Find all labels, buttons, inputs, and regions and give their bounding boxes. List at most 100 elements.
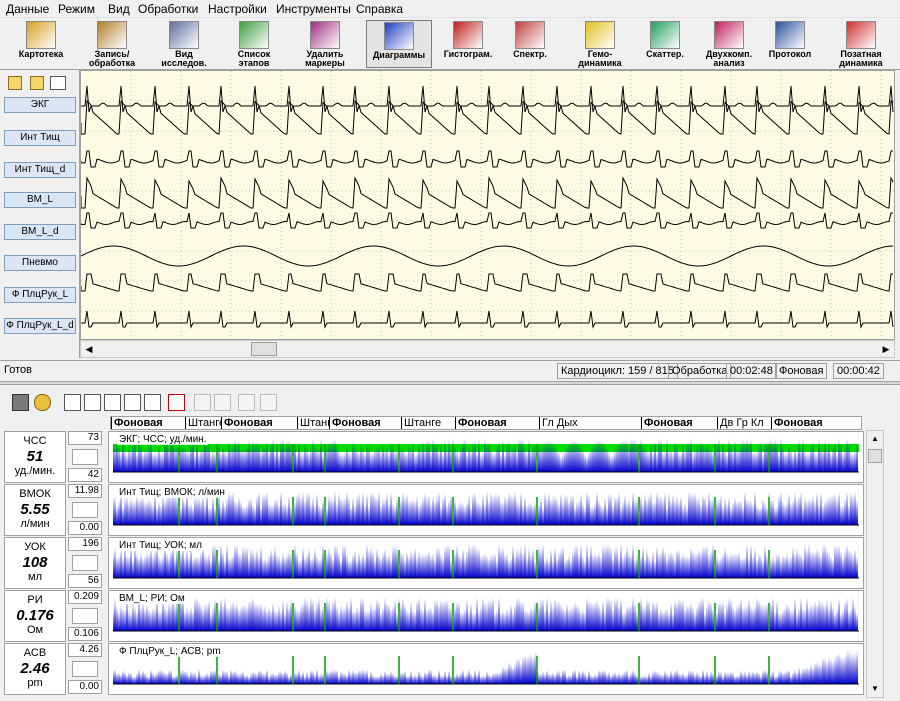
layers-icon[interactable] bbox=[124, 394, 141, 411]
trend-chart[interactable]: Инт Тищ; УОК; мл bbox=[108, 537, 864, 589]
toolbar-button-7[interactable]: Спектр. bbox=[504, 20, 556, 68]
trend-chart[interactable]: Инт Тищ; ВМОК; л/мин bbox=[108, 484, 864, 536]
toolbar-button-0[interactable]: Картотека bbox=[12, 20, 70, 68]
scale-max[interactable]: 11.98 bbox=[68, 484, 102, 498]
scale-max[interactable]: 4.26 bbox=[68, 643, 102, 657]
menu-mode[interactable]: Режим bbox=[58, 2, 95, 16]
print-icon[interactable] bbox=[12, 394, 29, 411]
channel-label[interactable]: ЭКГ bbox=[4, 97, 76, 113]
stage-segment[interactable]: Гл Дых bbox=[539, 417, 641, 429]
scale-adjust-icon[interactable] bbox=[72, 449, 98, 465]
toolbar-button-3[interactable]: Список этапов bbox=[222, 20, 286, 68]
scale-min[interactable]: 56 bbox=[68, 574, 102, 588]
vscroll-thumb[interactable] bbox=[868, 449, 882, 463]
scale-icon[interactable] bbox=[64, 394, 81, 411]
menu-help[interactable]: Справка bbox=[356, 2, 403, 16]
trend-chart[interactable]: Ф ПлцРук_L; АСВ; pm bbox=[108, 643, 864, 695]
horizontal-scrollbar[interactable]: ◀ ▶ bbox=[80, 340, 895, 358]
menu-data[interactable]: Данные bbox=[6, 2, 49, 16]
scale-adjust-icon[interactable] bbox=[72, 502, 98, 518]
settings-icon[interactable] bbox=[34, 394, 51, 411]
stat-name: АСВ bbox=[23, 647, 47, 659]
menu-settings[interactable]: Настройки bbox=[208, 2, 267, 16]
scale-max[interactable]: 196 bbox=[68, 537, 102, 551]
channel-label[interactable]: Ф ПлцРук_L bbox=[4, 287, 76, 303]
stat-name: ВМОК bbox=[19, 488, 51, 500]
stage-segment[interactable]: Фоновая bbox=[455, 417, 539, 429]
toolbar-button-9[interactable]: Скаттер. bbox=[636, 20, 694, 68]
stat-value: 108 bbox=[22, 554, 48, 571]
scale-adjust-icon[interactable] bbox=[72, 555, 98, 571]
stage-segment[interactable]: Фоновая bbox=[771, 417, 861, 429]
toolbar-label: Скаттер. bbox=[646, 49, 684, 59]
scale-min[interactable]: 0.00 bbox=[68, 680, 102, 694]
status-time2: 00:00:42 bbox=[833, 363, 884, 379]
stage-segment-bar[interactable]: ФоноваяШтангеФоноваяШтангФоноваяШтангеФо… bbox=[110, 416, 862, 430]
channel-label[interactable]: ВМ_L_d bbox=[4, 224, 76, 240]
scroll-thumb[interactable] bbox=[251, 342, 277, 356]
spectrum-icon bbox=[515, 21, 545, 49]
menu-view[interactable]: Вид bbox=[108, 2, 130, 16]
toolbar-label: Удалить маркеры bbox=[305, 49, 345, 68]
stage-segment[interactable]: Штанге bbox=[185, 417, 221, 429]
scroll-right-icon[interactable]: ▶ bbox=[878, 341, 894, 357]
menu-processing[interactable]: Обработки bbox=[138, 2, 198, 16]
toolbar-button-1[interactable]: Запись/ обработка bbox=[80, 20, 144, 68]
scale-min[interactable]: 0.106 bbox=[68, 627, 102, 641]
copy-file-icon[interactable] bbox=[30, 76, 44, 90]
channel-label[interactable]: Инт Тищ bbox=[4, 130, 76, 146]
scroll-up-icon[interactable]: ▲ bbox=[867, 431, 883, 447]
toolbar-button-12[interactable]: Позатная динамика bbox=[826, 20, 896, 68]
add-file-icon[interactable] bbox=[8, 76, 22, 90]
toolbar-label: Позатная динамика bbox=[839, 49, 883, 68]
menu-tools[interactable]: Инструменты bbox=[276, 2, 351, 16]
scale-min[interactable]: 42 bbox=[68, 468, 102, 482]
toolbar-button-11[interactable]: Протокол bbox=[764, 20, 816, 68]
scale-max[interactable]: 0.209 bbox=[68, 590, 102, 604]
stage-segment[interactable]: Фоновая bbox=[221, 417, 297, 429]
scale-adjust-icon[interactable] bbox=[72, 608, 98, 624]
fit-icon[interactable] bbox=[84, 394, 101, 411]
signal-plot[interactable] bbox=[80, 70, 895, 340]
scale-max[interactable]: 73 bbox=[68, 431, 102, 445]
stage-segment[interactable]: Штанге bbox=[401, 417, 455, 429]
marker-left-icon bbox=[238, 394, 255, 411]
stat-name: РИ bbox=[27, 594, 43, 606]
scroll-left-icon[interactable]: ◀ bbox=[81, 341, 97, 357]
scale-panel: 73 42 bbox=[68, 431, 104, 483]
toolbar-button-2[interactable]: Вид исследов. bbox=[152, 20, 216, 68]
toolbar-button-4[interactable]: Удалить маркеры bbox=[290, 20, 360, 68]
status-cardio: Кардиоцикл: 159 / 815 bbox=[557, 363, 678, 379]
channel-label[interactable]: Инт Тищ_d bbox=[4, 162, 76, 178]
auto-icon[interactable] bbox=[168, 394, 185, 411]
trend-chart[interactable]: ВМ_L; РИ; Ом bbox=[108, 590, 864, 642]
scale-min[interactable]: 0.00 bbox=[68, 521, 102, 535]
axes-icon[interactable] bbox=[144, 394, 161, 411]
toolbar-label: Двухкомп. анализ bbox=[705, 49, 753, 68]
stage-segment[interactable]: Штанг bbox=[297, 417, 329, 429]
scroll-down-icon[interactable]: ▼ bbox=[867, 681, 883, 697]
toolbar-button-5[interactable]: Диаграммы bbox=[366, 20, 432, 68]
panel-splitter[interactable] bbox=[0, 381, 900, 385]
toolbar-label: Спектр. bbox=[513, 49, 547, 59]
stat-name: ЧСС bbox=[23, 435, 47, 447]
stage-segment[interactable]: Фоновая bbox=[641, 417, 717, 429]
stage-segment[interactable]: Фоновая bbox=[111, 417, 185, 429]
study-view-icon bbox=[169, 21, 199, 49]
trend-chart[interactable]: ЭКГ; ЧСС; уд./мин. bbox=[108, 431, 864, 483]
toolbar-button-10[interactable]: Двухкомп. анализ bbox=[698, 20, 760, 68]
channel-label[interactable]: Пневмо bbox=[4, 255, 76, 271]
scale-adjust-icon[interactable] bbox=[72, 661, 98, 677]
pulse-trace bbox=[80, 273, 893, 292]
stage-segment[interactable]: Дв Гр Кл bbox=[717, 417, 771, 429]
channel-list-icon[interactable] bbox=[50, 76, 66, 90]
channel-label[interactable]: Ф ПлцРук_L_d bbox=[4, 318, 76, 334]
toolbar-button-6[interactable]: Гистограм. bbox=[436, 20, 500, 68]
channel-label[interactable]: ВМ_L bbox=[4, 192, 76, 208]
stat-name: УОК bbox=[24, 541, 46, 553]
stage-segment[interactable]: Фоновая bbox=[329, 417, 401, 429]
wave-icon[interactable] bbox=[104, 394, 121, 411]
vertical-scrollbar[interactable]: ▲ ▼ bbox=[866, 430, 884, 698]
vm-d-trace bbox=[80, 212, 893, 229]
toolbar-button-8[interactable]: Гемо- динамика bbox=[570, 20, 630, 68]
